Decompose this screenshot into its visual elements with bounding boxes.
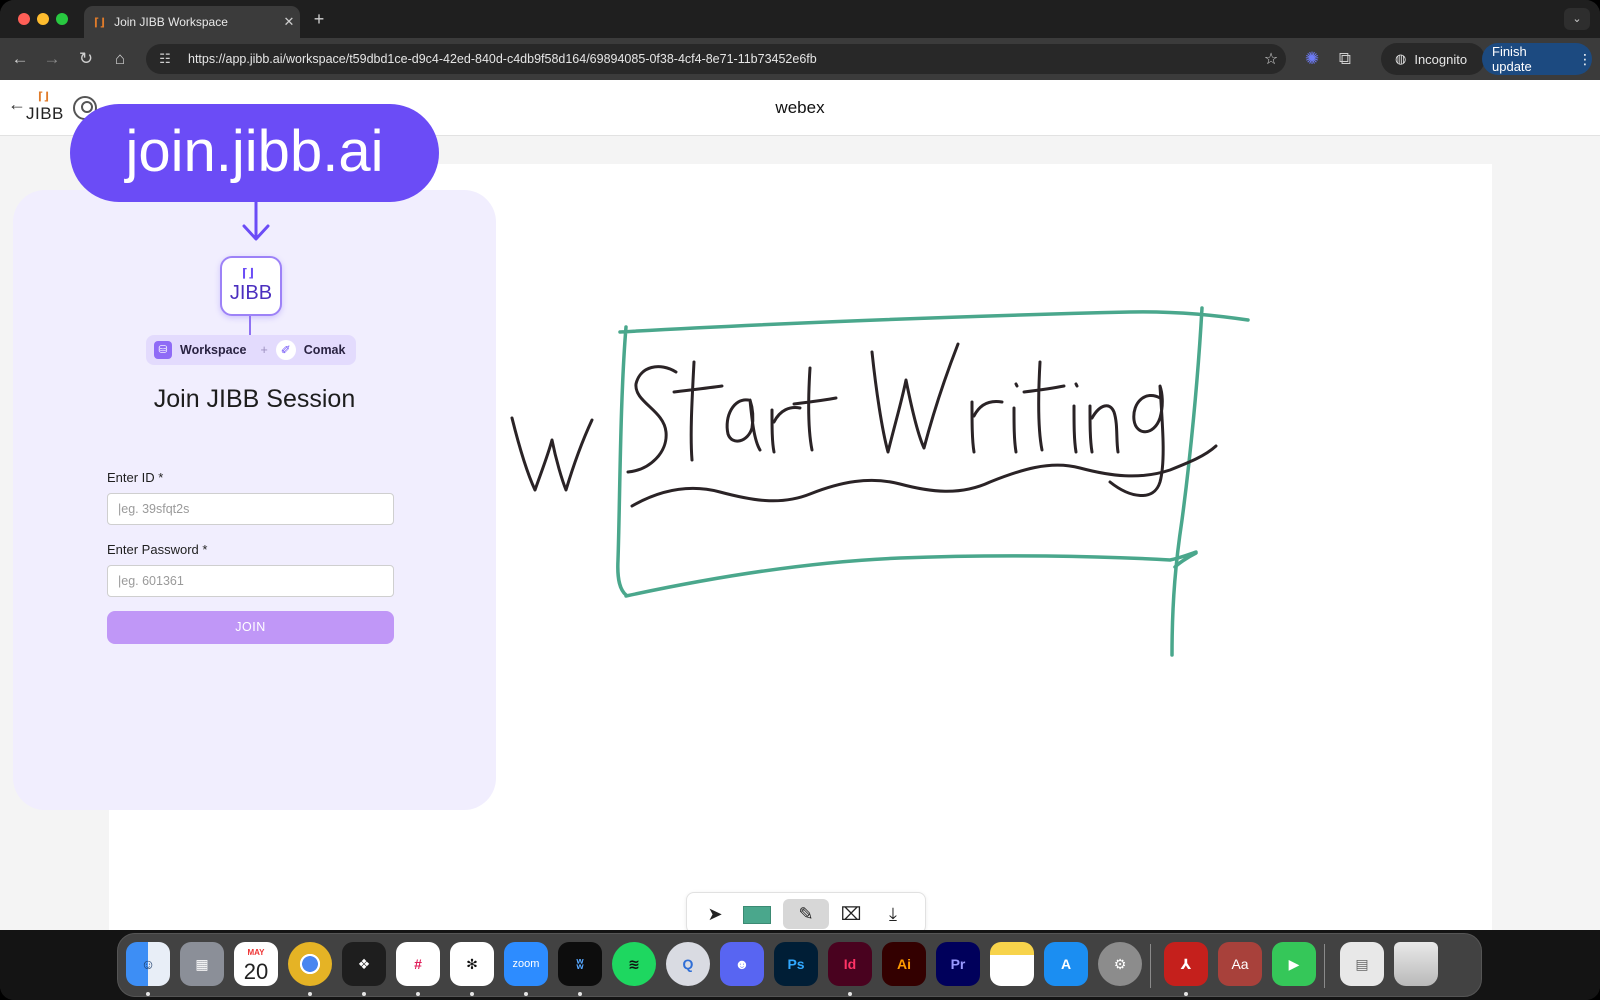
calendar-day: 20 [243, 959, 269, 984]
tab-title: Join JIBB Workspace [114, 15, 228, 29]
kebab-menu-icon[interactable]: ⋮ [1578, 51, 1592, 68]
comak-label: Comak [303, 343, 346, 357]
jibb-logo-word: JIBB [229, 282, 273, 304]
password-field-label: Enter Password * [107, 542, 208, 557]
running-indicator [848, 992, 852, 996]
incognito-indicator[interactable]: ◍ Incognito [1381, 43, 1485, 75]
webex-icon[interactable]: ʬ [558, 942, 602, 986]
forward-arrow-icon[interactable]: → [40, 47, 64, 71]
running-indicator [578, 992, 582, 996]
reload-icon[interactable]: ↻ [74, 47, 98, 71]
running-indicator [362, 992, 366, 996]
launchpad-icon[interactable]: ▦ [180, 942, 224, 986]
comak-icon: ✐ [275, 340, 296, 360]
trash-icon[interactable] [1394, 942, 1438, 986]
jibb-favicon-icon: ⌈⌋ [94, 16, 107, 29]
facetime-icon[interactable]: ▶ [1272, 942, 1316, 986]
app-store-icon[interactable]: A [1044, 942, 1088, 986]
acrobat-icon[interactable]: ⅄ [1164, 942, 1208, 986]
product-pills: ⛁ Workspace + ✐ Comak [146, 335, 356, 365]
plus-sign: + [260, 343, 268, 357]
chatgpt-icon[interactable]: ✻ [450, 942, 494, 986]
arrow-down-icon [242, 200, 270, 241]
join-button[interactable]: JOIN [107, 611, 394, 644]
window-minimize-button[interactable] [37, 13, 49, 25]
screen: ⌈⌋ Join JIBB Workspace ✕ + ⌄ ← → ↻ ⌂ ☷ h… [0, 0, 1600, 1000]
calendar-month: MAY [247, 948, 265, 957]
url-text[interactable]: https://app.jibb.ai/workspace/t59dbd1ce-… [180, 52, 1256, 66]
figma-icon[interactable]: ❖ [342, 942, 386, 986]
back-arrow-icon[interactable]: ← [8, 47, 32, 71]
slack-icon[interactable]: # [396, 942, 440, 986]
workspace-label: Workspace [180, 343, 247, 357]
form-title: Join JIBB Session [153, 385, 356, 413]
session-id-input[interactable] [107, 493, 394, 525]
calendar-icon[interactable]: MAY 20 [234, 942, 278, 986]
incognito-icon: ◍ [1395, 51, 1407, 66]
canvas-toolbar: ➤ ✎ ⌧ ⤓ [686, 892, 926, 930]
illustrator-icon[interactable]: Ai [882, 942, 926, 986]
chrome-icon[interactable] [288, 942, 332, 986]
dock-separator [1150, 944, 1151, 988]
logo-connector-line [249, 316, 251, 336]
running-indicator [416, 992, 420, 996]
browser-tab-active[interactable]: ⌈⌋ Join JIBB Workspace ✕ [84, 6, 300, 38]
running-indicator [470, 992, 474, 996]
dock-separator [1324, 944, 1325, 988]
pen-icon[interactable]: ✎ [783, 899, 829, 929]
extension-gear-icon[interactable]: ✺ [1300, 47, 1324, 71]
zoom-icon[interactable]: zoom [504, 942, 548, 986]
running-indicator [308, 992, 312, 996]
window-zoom-button[interactable] [56, 13, 68, 25]
dictionary-icon[interactable]: Aa [1218, 942, 1262, 986]
color-swatch[interactable] [739, 899, 775, 929]
running-indicator [1184, 992, 1188, 996]
workspace-icon: ⛁ [154, 341, 172, 359]
address-bar[interactable]: ☷ https://app.jibb.ai/workspace/t59dbd1c… [146, 44, 1286, 74]
quicktime-icon[interactable]: Q [666, 942, 710, 986]
tab-close-icon[interactable]: ✕ [278, 14, 300, 30]
join-url-banner: join.jibb.ai [70, 104, 439, 202]
spotify-icon[interactable]: ≋ [612, 942, 656, 986]
browser-toolbar: ← → ↻ ⌂ ☷ https://app.jibb.ai/workspace/… [0, 38, 1600, 80]
tab-search-chevron-icon[interactable]: ⌄ [1564, 8, 1590, 30]
finder-icon[interactable]: ☺ [126, 942, 170, 986]
premiere-icon[interactable]: Pr [936, 942, 980, 986]
running-indicator [146, 992, 150, 996]
system-settings-icon[interactable]: ⚙ [1098, 942, 1142, 986]
notes-icon[interactable] [990, 942, 1034, 986]
jibb-logo-mark: ⌈⌋ [242, 266, 255, 280]
cursor-icon[interactable]: ➤ [697, 899, 733, 929]
running-indicator [524, 992, 528, 996]
download-icon[interactable]: ⤓ [875, 899, 911, 929]
indesign-icon[interactable]: Id [828, 942, 872, 986]
finish-update-label: Finish update [1492, 44, 1532, 74]
home-icon[interactable]: ⌂ [108, 47, 132, 71]
window-close-button[interactable] [18, 13, 30, 25]
macos-dock: ☺ ▦ MAY 20 ❖ # ✻ zoom ʬ ≋ Q ☻ Ps Id Ai P… [117, 933, 1482, 997]
new-tab-button[interactable]: + [308, 9, 330, 31]
jibb-app-logo: ⌈⌋ JIBB [220, 256, 282, 316]
browser-tab-strip: ⌈⌋ Join JIBB Workspace ✕ + ⌄ [0, 0, 1600, 38]
incognito-label: Incognito [1414, 51, 1468, 67]
teal-color-chip [743, 906, 771, 925]
extensions-puzzle-icon[interactable]: ⧉ [1333, 47, 1357, 71]
session-password-input[interactable] [107, 565, 394, 597]
bookmark-star-icon[interactable]: ☆ [1256, 49, 1286, 69]
discord-icon[interactable]: ☻ [720, 942, 764, 986]
site-settings-icon[interactable]: ☷ [150, 51, 180, 67]
photoshop-icon[interactable]: Ps [774, 942, 818, 986]
finish-update-button[interactable]: Finish update ⋮ [1482, 43, 1592, 75]
id-field-label: Enter ID * [107, 470, 164, 485]
delete-icon[interactable]: ⌧ [833, 899, 869, 929]
downloads-stack-icon[interactable]: ▤ [1340, 942, 1384, 986]
